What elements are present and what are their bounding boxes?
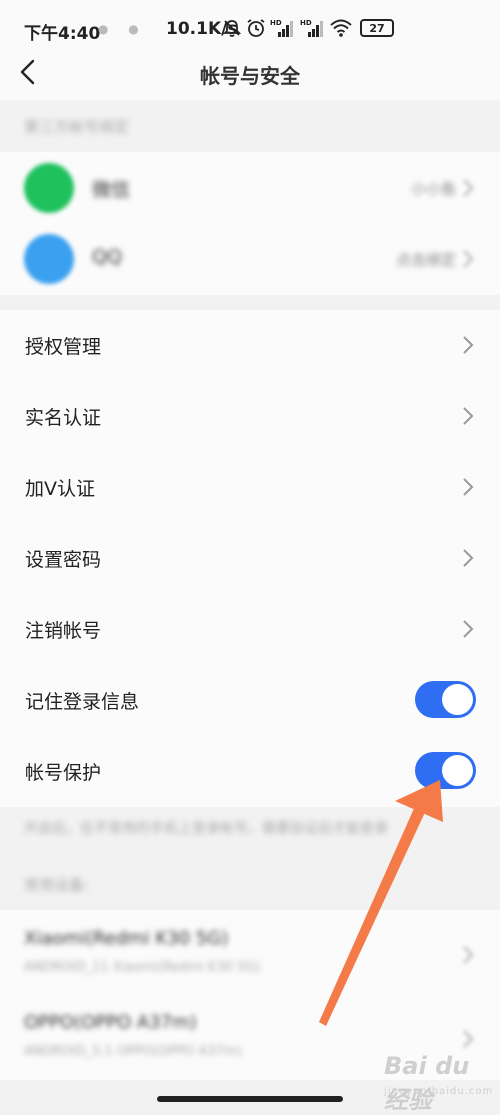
menu-item-label: 授权管理 (25, 336, 102, 358)
remember-login-toggle[interactable] (415, 681, 476, 718)
account-protection-toggle[interactable] (415, 752, 476, 789)
social-row-wechat[interactable]: 微信 小小鱼 (0, 153, 500, 224)
menu-item-authorization[interactable]: 授权管理 (0, 310, 500, 381)
chevron-right-icon (463, 1030, 474, 1048)
home-indicator[interactable] (157, 1096, 343, 1102)
nav-bar: 帐号与安全 (0, 58, 500, 100)
status-time: 下午4:40 (24, 24, 101, 44)
signal-icon: HD (270, 19, 293, 37)
social-value-qq: 点击绑定 (395, 251, 456, 269)
social-label-qq: QQ (92, 246, 122, 268)
status-notification-icons: ● ● (98, 22, 147, 36)
toggle-row-account-protection: 帐号保护 (0, 736, 500, 807)
toggle-knob (442, 755, 473, 786)
menu-item-label: 加V认证 (25, 478, 95, 500)
chevron-right-icon (463, 620, 474, 638)
device-item-redmi[interactable]: Xiaomi(Redmi K30 5G) ANDROID_11 Xiaomi(R… (0, 910, 500, 994)
social-value-wechat: 小小鱼 (410, 180, 456, 198)
devices-header: 常用设备: (0, 858, 500, 910)
device-detail: ANDROID_11 Xiaomi(Redmi K30 5G) (24, 960, 261, 975)
menu-item-label: 注销帐号 (25, 620, 102, 642)
menu-item-label: 设置密码 (25, 549, 102, 571)
devices-header-label: 常用设备: (24, 876, 90, 894)
wifi-icon (330, 19, 352, 37)
baidu-watermark: Bai du 经验 (384, 1052, 470, 1114)
device-name: OPPO(OPPO A37m) (24, 1012, 197, 1033)
status-bar: 下午4:40 ● ● 10.1K/s HD HD 27 (0, 0, 500, 58)
page-title: 帐号与安全 (200, 64, 300, 88)
chevron-right-icon (463, 336, 474, 354)
third-party-list: 微信 小小鱼 QQ 点击绑定 (0, 152, 500, 295)
chevron-right-icon (463, 250, 474, 268)
status-icons: HD HD 27 (222, 18, 394, 38)
menu-item-v-verify[interactable]: 加V认证 (0, 452, 500, 523)
protection-hint: 开启后，在不常用的手机上登录帐号，需要验证后才能登录 (24, 821, 388, 837)
device-name: Xiaomi(Redmi K30 5G) (24, 928, 229, 949)
menu-item-set-password[interactable]: 设置密码 (0, 523, 500, 594)
hd-label: HD (270, 19, 282, 27)
menu-item-label: 实名认证 (25, 407, 102, 429)
third-party-header-label: 第三方帐号绑定 (24, 118, 130, 136)
qq-icon (24, 234, 74, 284)
device-detail: ANDROID_5.1 OPPO(OPPO A37m) (24, 1044, 242, 1059)
menu-item-real-name[interactable]: 实名认证 (0, 381, 500, 452)
social-label-wechat: 微信 (92, 179, 131, 201)
toggle-label: 记住登录信息 (25, 691, 140, 713)
baidu-watermark-url: jingyan.baidu.com (384, 1086, 494, 1097)
settings-list: 授权管理 实名认证 加V认证 设置密码 注销帐号 记住登录信息 帐号保护 (0, 310, 500, 807)
toggle-knob (442, 684, 473, 715)
toggle-row-remember-login: 记住登录信息 (0, 665, 500, 736)
hd-label-2: HD (300, 19, 312, 27)
chevron-right-icon (463, 179, 474, 197)
bell-off-icon (222, 20, 242, 37)
chevron-right-icon (463, 478, 474, 496)
toggle-label: 帐号保护 (25, 762, 102, 784)
third-party-header: 第三方帐号绑定 (0, 100, 500, 152)
social-row-qq[interactable]: QQ 点击绑定 (0, 224, 500, 295)
wechat-icon (24, 163, 74, 213)
chevron-right-icon (463, 946, 474, 964)
signal-icon-2: HD (300, 19, 323, 37)
menu-item-delete-account[interactable]: 注销帐号 (0, 594, 500, 665)
alarm-icon (247, 19, 265, 37)
chevron-right-icon (463, 549, 474, 567)
battery-icon: 27 (360, 19, 394, 37)
chevron-right-icon (463, 407, 474, 425)
